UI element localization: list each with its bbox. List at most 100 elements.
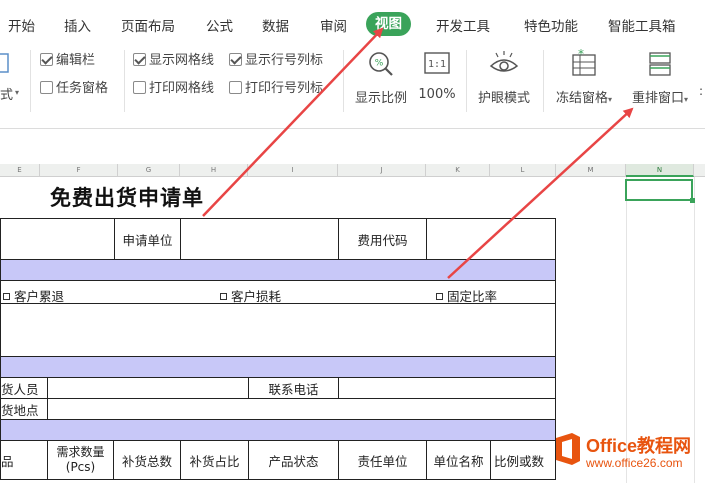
column-header-n[interactable]: N bbox=[626, 164, 694, 177]
option-fixed-ratio-label: 固定比率 bbox=[447, 289, 498, 304]
print-headings-checkbox[interactable]: 打印行号列标 bbox=[229, 81, 323, 97]
column-header-m[interactable]: M bbox=[556, 164, 626, 177]
column-header-bar: E F G H I J K L M N bbox=[0, 164, 705, 177]
th-required-qty[interactable]: 需求数量 (Pcs) bbox=[47, 440, 114, 480]
checkbox-box[interactable] bbox=[229, 81, 242, 94]
tab-special-features[interactable]: 特色功能 bbox=[524, 15, 578, 35]
cell-shipper-label[interactable]: 货人员 bbox=[0, 377, 48, 399]
checkbox-square-icon[interactable] bbox=[3, 293, 10, 300]
th-unit-name[interactable]: 单位名称 bbox=[426, 440, 491, 480]
tab-data[interactable]: 数据 bbox=[262, 15, 289, 35]
option-customer-loss-label: 客户损耗 bbox=[231, 289, 282, 304]
show-headings-checkbox[interactable]: 显示行号列标 bbox=[229, 53, 323, 69]
arrange-windows-icon bbox=[649, 52, 671, 76]
overflow-stub[interactable]: : bbox=[699, 84, 703, 98]
cell-address-label[interactable]: 货地点 bbox=[0, 398, 48, 420]
cell-address-value[interactable] bbox=[47, 398, 556, 420]
checkbox-box[interactable] bbox=[40, 53, 53, 66]
zoom-100-label: 100% bbox=[418, 87, 456, 102]
column-header-i[interactable]: I bbox=[248, 164, 338, 177]
checkbox-box[interactable] bbox=[40, 81, 53, 94]
print-gridlines-label: 打印网格线 bbox=[149, 81, 215, 96]
checkbox-square-icon[interactable] bbox=[436, 293, 443, 300]
selected-cell[interactable] bbox=[625, 179, 695, 203]
show-headings-label: 显示行号列标 bbox=[245, 53, 324, 68]
section-band bbox=[0, 419, 556, 441]
formula-bar-checkbox[interactable]: 编辑栏 bbox=[40, 53, 95, 69]
freeze-panes-label-wrap: 冻结窗格▾ bbox=[550, 87, 618, 106]
checkbox-square-icon[interactable] bbox=[220, 293, 227, 300]
show-gridlines-checkbox[interactable]: 显示网格线 bbox=[133, 53, 214, 69]
column-header-g[interactable]: G bbox=[118, 164, 180, 177]
th-responsible-unit[interactable]: 责任单位 bbox=[338, 440, 427, 480]
column-header-l[interactable]: L bbox=[490, 164, 556, 177]
zoom-button[interactable]: % 显示比例 bbox=[350, 49, 412, 106]
checkbox-box[interactable] bbox=[229, 53, 242, 66]
ribbon-separator bbox=[30, 50, 31, 112]
th-product-status[interactable]: 产品状态 bbox=[248, 440, 339, 480]
eye-protection-button[interactable]: 护眼模式 bbox=[472, 49, 536, 106]
checkbox-box[interactable] bbox=[133, 53, 146, 66]
tab-developer[interactable]: 开发工具 bbox=[436, 15, 490, 35]
cell-shipper-value[interactable] bbox=[47, 377, 249, 399]
ribbon-separator bbox=[466, 50, 467, 112]
tab-page-layout[interactable]: 页面布局 bbox=[121, 15, 175, 35]
formula-bar-label: 编辑栏 bbox=[56, 53, 96, 68]
formula-area bbox=[0, 130, 705, 164]
cell-blank[interactable] bbox=[0, 218, 115, 260]
cell-applicant-unit-label[interactable]: 申请单位 bbox=[114, 218, 181, 260]
watermark: Office教程网 www.office26.com bbox=[548, 426, 705, 483]
notes-area[interactable] bbox=[0, 303, 556, 357]
section-band bbox=[0, 259, 556, 281]
option-customer-return-label: 客户累退 bbox=[14, 289, 65, 304]
arrange-windows-label-wrap: 重排窗口▾ bbox=[624, 87, 696, 106]
arrange-windows-button[interactable]: 重排窗口▾ bbox=[624, 49, 696, 106]
shipper-label: 货人员 bbox=[1, 381, 39, 397]
address-label: 货地点 bbox=[1, 402, 39, 418]
th-product-partial[interactable]: 品 bbox=[0, 440, 48, 480]
tab-review[interactable]: 审阅 bbox=[320, 15, 347, 35]
th-restock-ratio[interactable]: 补货占比 bbox=[180, 440, 249, 480]
ribbon-view-panel: 式 ▾ 编辑栏 任务窗格 显示网格线 打印网格线 显示行号列标 打印行号列标 %… bbox=[0, 44, 705, 129]
freeze-panes-icon: * bbox=[572, 47, 596, 76]
tab-smart-toolbox[interactable]: 智能工具箱 bbox=[608, 15, 676, 35]
watermark-line2: www.office26.com bbox=[586, 456, 683, 470]
column-header-e[interactable]: E bbox=[0, 164, 40, 177]
view-mode-label-stub[interactable]: 式 bbox=[0, 84, 13, 103]
th-ratio-or-count[interactable]: 比例或数 bbox=[490, 440, 556, 480]
zoom-100-button[interactable]: 1:1 100% bbox=[416, 49, 458, 102]
tab-home[interactable]: 开始 bbox=[8, 15, 35, 35]
eye-protection-label: 护眼模式 bbox=[477, 91, 530, 106]
form-title[interactable]: 免费出货申请单 bbox=[50, 182, 204, 212]
cell-fee-code-value[interactable] bbox=[426, 218, 556, 260]
cell-phone-value[interactable] bbox=[338, 377, 556, 399]
cell-phone-label[interactable]: 联系电话 bbox=[248, 377, 339, 399]
th-restock-total[interactable]: 补货总数 bbox=[113, 440, 181, 480]
watermark-line1: Office教程网 bbox=[586, 436, 692, 456]
column-header-f[interactable]: F bbox=[40, 164, 118, 177]
tab-insert[interactable]: 插入 bbox=[64, 15, 91, 35]
tab-view[interactable]: 视图 bbox=[366, 12, 411, 36]
section-band bbox=[0, 356, 556, 378]
freeze-panes-label: 冻结窗格 bbox=[555, 91, 608, 106]
chevron-down-icon[interactable]: ▾ bbox=[608, 95, 612, 104]
column-header-j[interactable]: J bbox=[338, 164, 426, 177]
zoom-label: 显示比例 bbox=[354, 91, 407, 106]
column-header-h[interactable]: H bbox=[180, 164, 248, 177]
task-pane-checkbox[interactable]: 任务窗格 bbox=[40, 81, 108, 97]
svg-text:*: * bbox=[578, 49, 584, 61]
actual-size-icon: 1:1 bbox=[424, 52, 450, 74]
zoom-magnifier-icon: % bbox=[369, 52, 393, 76]
column-header-k[interactable]: K bbox=[426, 164, 490, 177]
ribbon-separator bbox=[124, 50, 125, 112]
cell-fee-code-label[interactable]: 费用代码 bbox=[338, 218, 427, 260]
view-mode-dropdown-caret[interactable]: ▾ bbox=[15, 88, 19, 97]
freeze-panes-button[interactable]: * 冻结窗格▾ bbox=[550, 47, 618, 106]
ribbon-separator bbox=[543, 50, 544, 112]
ribbon-separator bbox=[343, 50, 344, 112]
chevron-down-icon[interactable]: ▾ bbox=[684, 95, 688, 104]
print-gridlines-checkbox[interactable]: 打印网格线 bbox=[133, 81, 214, 97]
checkbox-box[interactable] bbox=[133, 81, 146, 94]
tab-formulas[interactable]: 公式 bbox=[206, 15, 233, 35]
cell-applicant-unit-value[interactable] bbox=[180, 218, 339, 260]
